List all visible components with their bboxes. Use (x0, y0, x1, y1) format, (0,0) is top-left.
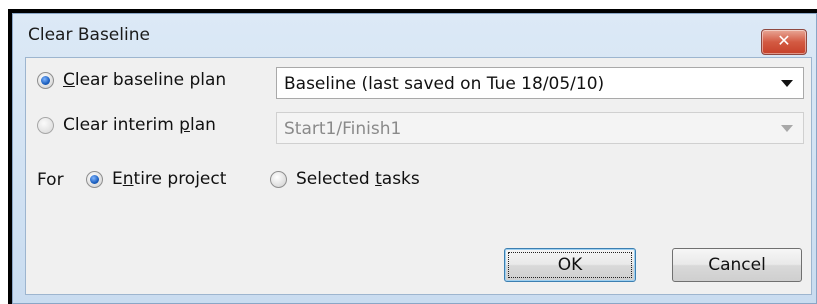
clear-interim-label: Clear interim plan (63, 115, 216, 135)
clear-interim-plan-option[interactable]: Clear interim plan (37, 115, 216, 135)
for-label: For (37, 170, 64, 190)
selected-tasks-radio-icon[interactable] (270, 170, 287, 188)
dialog-outer-frame: Clear Baseline ✕ Clear baseline plan Bas… (8, 9, 817, 304)
baseline-select[interactable]: Baseline (last saved on Tue 18/05/10) (276, 67, 804, 99)
selected-tasks-option[interactable]: Selected tasks (270, 169, 420, 189)
chevron-down-icon[interactable] (781, 80, 793, 87)
dialog-window: Clear Baseline ✕ Clear baseline plan Bas… (12, 13, 817, 304)
clear-interim-radio-icon[interactable] (37, 116, 54, 134)
close-button[interactable]: ✕ (761, 29, 807, 55)
cancel-button[interactable]: Cancel (672, 248, 802, 282)
clear-baseline-label: Clear baseline plan (63, 70, 227, 90)
baseline-select-value: Baseline (last saved on Tue 18/05/10) (284, 74, 605, 94)
interim-select[interactable]: Start1/Finish1 (276, 112, 804, 144)
cancel-label: Cancel (708, 255, 766, 275)
entire-project-option[interactable]: Entire project (86, 169, 226, 189)
clear-baseline-radio-icon[interactable] (37, 71, 54, 89)
ok-button[interactable]: OK (504, 248, 636, 282)
interim-select-value: Start1/Finish1 (284, 119, 402, 139)
dialog-body: Clear baseline plan Baseline (last saved… (25, 57, 812, 295)
close-icon: ✕ (777, 31, 791, 50)
selected-tasks-label: Selected tasks (296, 169, 420, 189)
clear-baseline-plan-option[interactable]: Clear baseline plan (37, 70, 226, 90)
entire-project-label: Entire project (112, 169, 227, 189)
chevron-down-icon[interactable] (781, 125, 793, 132)
entire-project-radio-icon[interactable] (86, 170, 103, 188)
title-bar[interactable]: Clear Baseline ✕ (13, 14, 816, 55)
dialog-title: Clear Baseline (28, 25, 150, 45)
